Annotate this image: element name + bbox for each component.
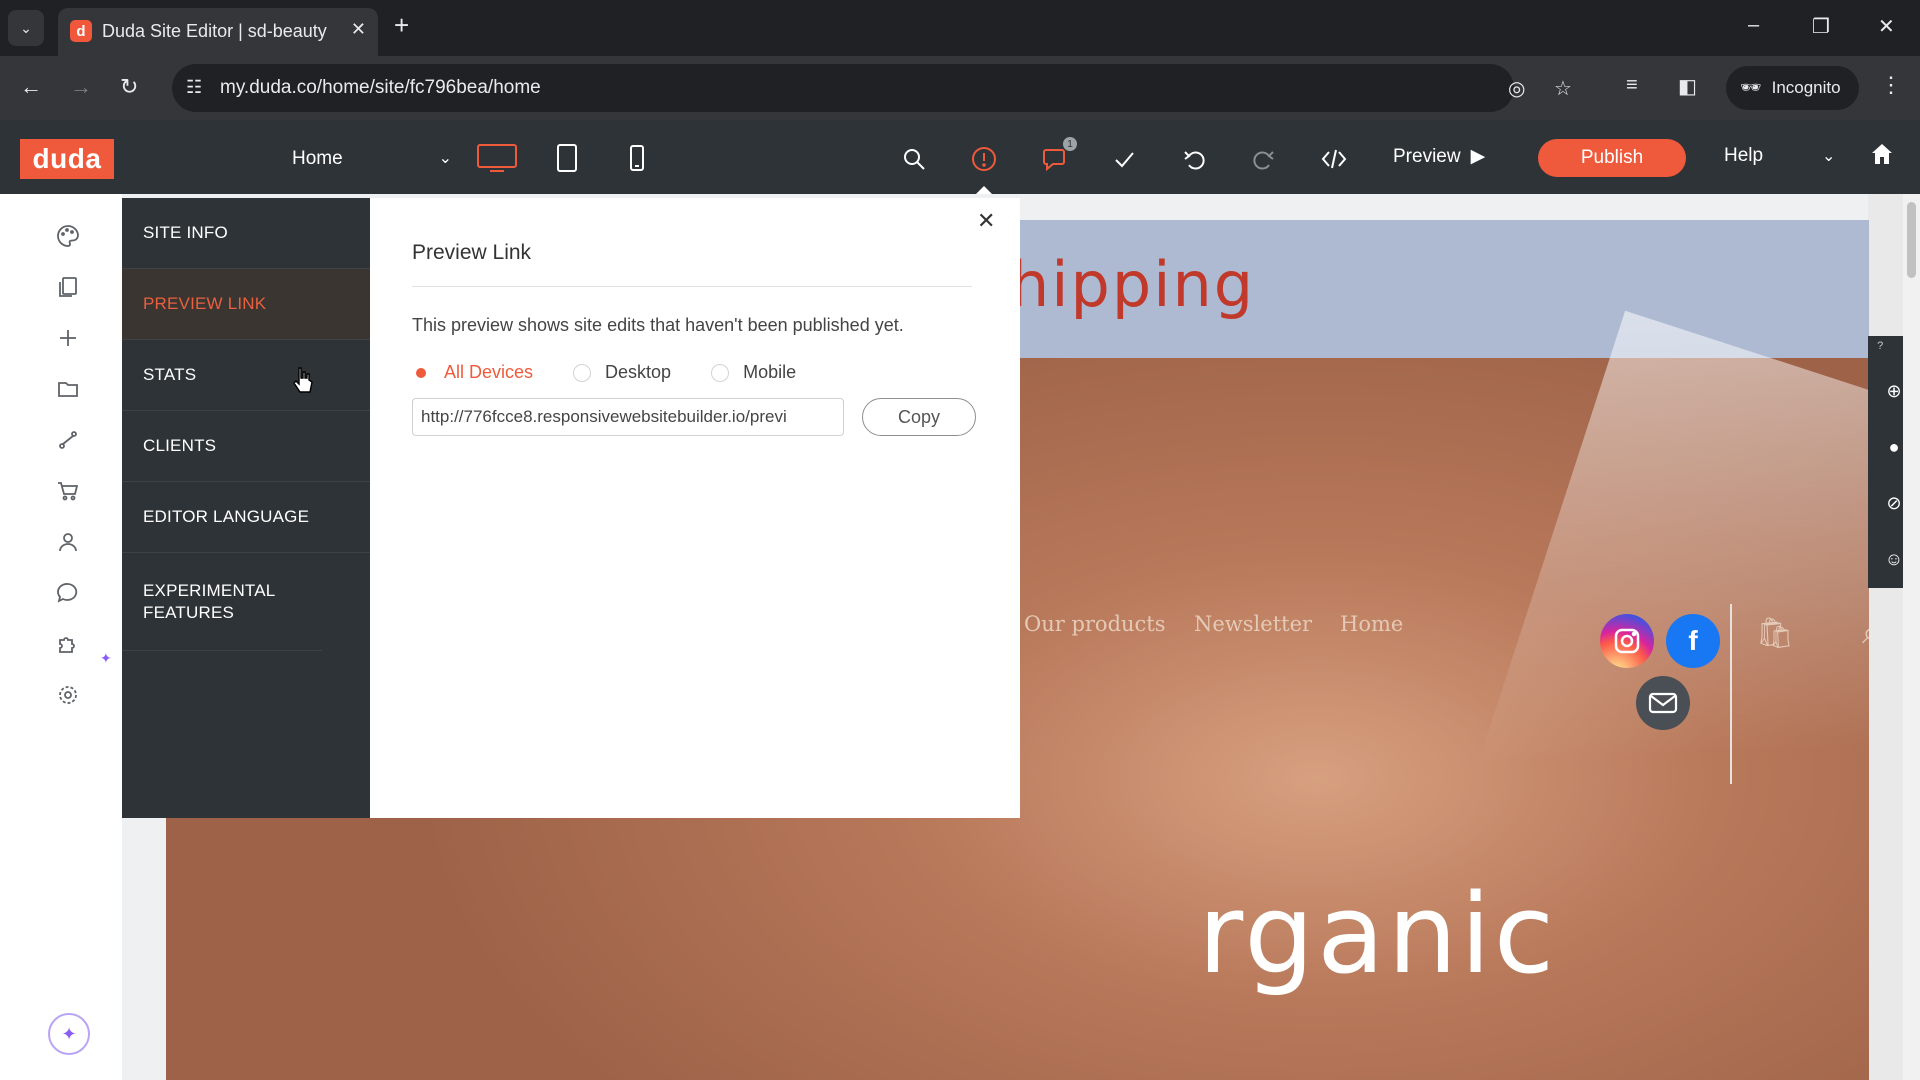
browser-tab-strip: ⌄ d Duda Site Editor | sd-beauty ✕ + – ❐… [0, 0, 1920, 56]
forward-icon[interactable]: → [70, 74, 92, 100]
radio-mobile[interactable] [711, 363, 730, 382]
duda-favicon-icon: d [70, 20, 92, 42]
media-controls-icon[interactable]: ≡ [1626, 74, 1638, 97]
site-nav-item[interactable]: Our products [1024, 612, 1166, 636]
restore-icon[interactable]: ❐ [1812, 14, 1830, 39]
chevron-down-icon[interactable]: ⌄ [1822, 146, 1835, 166]
undo-icon[interactable] [1178, 143, 1210, 175]
incognito-label: Incognito [1771, 78, 1841, 97]
facebook-icon[interactable]: f [1666, 614, 1720, 668]
hero-headline[interactable]: rganic [1198, 870, 1557, 998]
browser-menu-icon[interactable]: ⋮ [1880, 72, 1902, 98]
chevron-down-icon: ⌄ [438, 150, 452, 167]
window-close-icon[interactable]: ✕ [1878, 14, 1895, 39]
site-settings-icon[interactable] [968, 143, 1000, 175]
help-button[interactable]: Help [1724, 145, 1763, 167]
settings-gear-icon[interactable] [54, 681, 82, 709]
incognito-badge[interactable]: 🕶 Incognito [1726, 66, 1859, 110]
publish-button[interactable]: Publish [1538, 139, 1686, 177]
store-cart-icon[interactable] [54, 477, 82, 505]
scrollbar-thumb[interactable] [1907, 202, 1916, 278]
tablet-icon [557, 144, 577, 172]
canvas-scrollbar[interactable] [1903, 194, 1920, 1080]
copy-button[interactable]: Copy [862, 398, 976, 436]
design-palette-icon[interactable] [54, 222, 82, 250]
menu-item-site-info[interactable]: SITE INFO [122, 198, 370, 269]
connected-data-icon[interactable] [54, 426, 82, 454]
tab-search-button[interactable]: ⌄ [8, 10, 44, 46]
close-tab-icon[interactable]: ✕ [351, 19, 366, 40]
new-tab-button[interactable]: + [394, 12, 409, 38]
desktop-icon [477, 144, 517, 172]
duda-logo[interactable]: duda [20, 139, 114, 179]
banner-text: hipping [1010, 248, 1256, 321]
menu-item-preview-link[interactable]: PREVIEW LINK [122, 269, 370, 340]
preview-button[interactable]: Preview ▶ [1393, 145, 1485, 168]
checkmark-icon[interactable] [1108, 143, 1140, 175]
browser-toolbar: ← → ↻ ☷ my.duda.co/home/site/fc796bea/ho… [0, 56, 1920, 120]
site-settings-menu: SITE INFO PREVIEW LINK STATS CLIENTS EDI… [122, 198, 370, 818]
menu-item-editor-language[interactable]: EDITOR LANGUAGE [122, 482, 370, 553]
radio-desktop[interactable] [573, 363, 592, 382]
panel-description: This preview shows site edits that haven… [412, 315, 904, 335]
tablet-view-button[interactable] [545, 140, 589, 176]
side-panel-icon[interactable]: ◧ [1678, 74, 1697, 99]
incognito-icon: 🕶 [1740, 78, 1762, 97]
device-radio-group: All Devices Desktop Mobile [412, 362, 836, 383]
page-selector[interactable]: Home ⌄ [292, 148, 452, 174]
members-user-icon[interactable] [54, 528, 82, 556]
address-bar[interactable]: ☷ my.duda.co/home/site/fc796bea/home ◎ ☆ [172, 64, 1572, 112]
instagram-icon[interactable] [1600, 614, 1654, 668]
add-widget-icon[interactable] [54, 324, 82, 352]
browser-tab[interactable]: d Duda Site Editor | sd-beauty ✕ [58, 8, 378, 56]
divider-line [1730, 604, 1732, 784]
search-icon[interactable] [898, 143, 930, 175]
redo-icon[interactable] [1248, 143, 1280, 175]
sparkle-icon: ✦ [100, 650, 112, 666]
url-text[interactable]: my.duda.co/home/site/fc796bea/home [220, 77, 541, 99]
radio-label-all-devices[interactable]: All Devices [444, 362, 533, 383]
eye-off-icon[interactable]: ◎ [1508, 76, 1525, 101]
preview-link-field[interactable] [412, 398, 844, 436]
chat-bubble-icon[interactable] [54, 579, 82, 607]
site-info-icon[interactable]: ☷ [186, 77, 202, 98]
site-search-icon[interactable]: ⌕ [1862, 614, 1869, 652]
close-icon[interactable]: ✕ [977, 208, 995, 234]
play-icon: ▶ [1470, 146, 1486, 167]
desktop-view-button[interactable] [475, 140, 519, 176]
menu-item-clients[interactable]: CLIENTS [122, 411, 370, 482]
menu-item-experimental-features[interactable]: EXPERIMENTAL FEATURES [122, 553, 322, 651]
back-icon[interactable]: ← [20, 74, 42, 100]
radio-label-mobile[interactable]: Mobile [743, 362, 796, 383]
ai-assistant-icon[interactable]: ✦ [48, 1013, 90, 1055]
page-selector-value: Home [292, 148, 343, 169]
radio-label-desktop[interactable]: Desktop [605, 362, 671, 383]
dashboard-home-icon[interactable] [1870, 142, 1894, 171]
minimize-icon[interactable]: – [1748, 14, 1759, 37]
mouse-cursor-icon [292, 366, 314, 403]
pages-icon[interactable] [54, 273, 82, 301]
mobile-view-button[interactable] [615, 140, 659, 176]
panel-divider [412, 286, 972, 287]
menu-item-stats[interactable]: STATS [122, 340, 370, 411]
apps-puzzle-icon[interactable] [54, 630, 82, 658]
tab-title: Duda Site Editor | sd-beauty [102, 21, 327, 41]
reload-icon[interactable]: ↻ [120, 74, 138, 100]
panel-title: Preview Link [412, 241, 532, 264]
help-mini-icon[interactable]: ? [1877, 340, 1883, 352]
preview-link-panel: Preview Link ✕ This preview shows site e… [370, 198, 1020, 818]
bookmark-star-icon[interactable]: ☆ [1554, 76, 1572, 101]
mobile-icon [630, 145, 644, 171]
preview-label: Preview [1393, 145, 1461, 167]
left-sidebar: ✦ [0, 194, 122, 1080]
shopping-bag-icon[interactable]: 🛍 [1756, 616, 1794, 651]
site-nav-item[interactable]: Newsletter [1194, 612, 1312, 636]
notification-badge: 1 [1063, 137, 1077, 151]
content-folder-icon[interactable] [54, 375, 82, 403]
email-icon[interactable] [1636, 676, 1690, 730]
radio-all-devices[interactable] [412, 364, 430, 382]
code-editor-icon[interactable] [1318, 143, 1350, 175]
site-nav-item[interactable]: Home [1340, 612, 1403, 636]
